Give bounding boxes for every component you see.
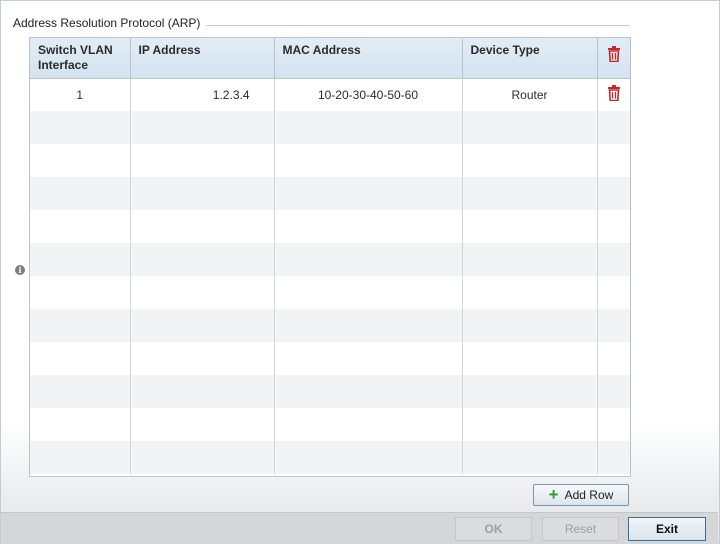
empty-cell [462,111,598,144]
empty-cell [597,144,630,177]
empty-cell [462,210,598,243]
empty-cell [130,408,275,441]
add-row-button[interactable]: + Add Row [533,484,629,506]
column-header-device-type[interactable]: Device Type [462,38,598,79]
delete-all-header[interactable] [597,38,630,79]
empty-cell [130,111,275,144]
empty-cell [597,408,630,441]
empty-cell [462,276,598,309]
empty-cell [130,177,275,210]
empty-table-row [30,243,630,276]
empty-cell [30,342,131,375]
empty-cell [462,342,598,375]
empty-cell [274,243,463,276]
empty-cell [597,111,630,144]
column-header-ip-address[interactable]: IP Address [130,38,275,79]
empty-cell [274,144,463,177]
cell-ip-address[interactable]: 1.2.3.4 [130,78,275,111]
empty-cell [462,441,598,474]
empty-cell [597,342,630,375]
empty-cell [30,111,131,144]
empty-cell [597,243,630,276]
empty-table-row [30,441,630,474]
empty-cell [274,375,463,408]
empty-cell [30,309,131,342]
empty-cell [462,144,598,177]
empty-table-row [30,408,630,441]
empty-cell [130,144,275,177]
table-row[interactable]: 1 1.2.3.4 10-20-30-40-50-60 Router [30,78,630,111]
cell-device-type[interactable]: Router [462,78,598,111]
empty-cell [597,441,630,474]
empty-table-row [30,276,630,309]
trash-icon[interactable] [607,85,621,102]
empty-cell [274,408,463,441]
empty-cell [274,342,463,375]
empty-cell [274,441,463,474]
empty-cell [597,309,630,342]
empty-cell [30,243,131,276]
empty-cell [130,441,275,474]
empty-cell [462,177,598,210]
empty-cell [30,210,131,243]
empty-cell [130,375,275,408]
group-title: Address Resolution Protocol (ARP) [13,16,207,30]
empty-cell [597,210,630,243]
exit-button[interactable]: Exit [628,517,706,541]
empty-cell [130,276,275,309]
empty-cell [274,309,463,342]
plus-icon: + [548,485,559,504]
cell-switch-vlan[interactable]: 1 [30,78,131,111]
empty-cell [597,375,630,408]
empty-table-row [30,144,630,177]
info-icon: i [15,265,25,275]
empty-cell [597,177,630,210]
empty-cell [30,375,131,408]
empty-table-row [30,342,630,375]
empty-table-row [30,375,630,408]
empty-cell [130,342,275,375]
empty-cell [462,375,598,408]
empty-table-row [30,177,630,210]
arp-table: Switch VLAN Interface IP Address MAC Add… [29,37,631,477]
trash-icon[interactable] [607,46,621,62]
add-row-label: Add Row [564,488,614,502]
empty-cell [130,309,275,342]
cell-mac-address[interactable]: 10-20-30-40-50-60 [274,78,463,111]
empty-table-row [30,111,630,144]
empty-cell [30,276,131,309]
column-header-switch-vlan[interactable]: Switch VLAN Interface [30,38,131,79]
empty-cell [462,243,598,276]
empty-table-row [30,210,630,243]
delete-row-cell[interactable] [597,78,630,111]
empty-cell [30,177,131,210]
empty-cell [597,276,630,309]
column-header-mac-address[interactable]: MAC Address [274,38,463,79]
reset-button[interactable]: Reset [542,517,619,541]
empty-cell [274,177,463,210]
empty-cell [274,210,463,243]
empty-cell [462,408,598,441]
empty-cell [274,111,463,144]
empty-cell [130,243,275,276]
empty-cell [30,408,131,441]
empty-table-row [30,309,630,342]
ok-button[interactable]: OK [455,517,532,541]
empty-cell [30,144,131,177]
empty-cell [274,276,463,309]
empty-cell [462,309,598,342]
empty-cell [30,441,131,474]
empty-cell [130,210,275,243]
